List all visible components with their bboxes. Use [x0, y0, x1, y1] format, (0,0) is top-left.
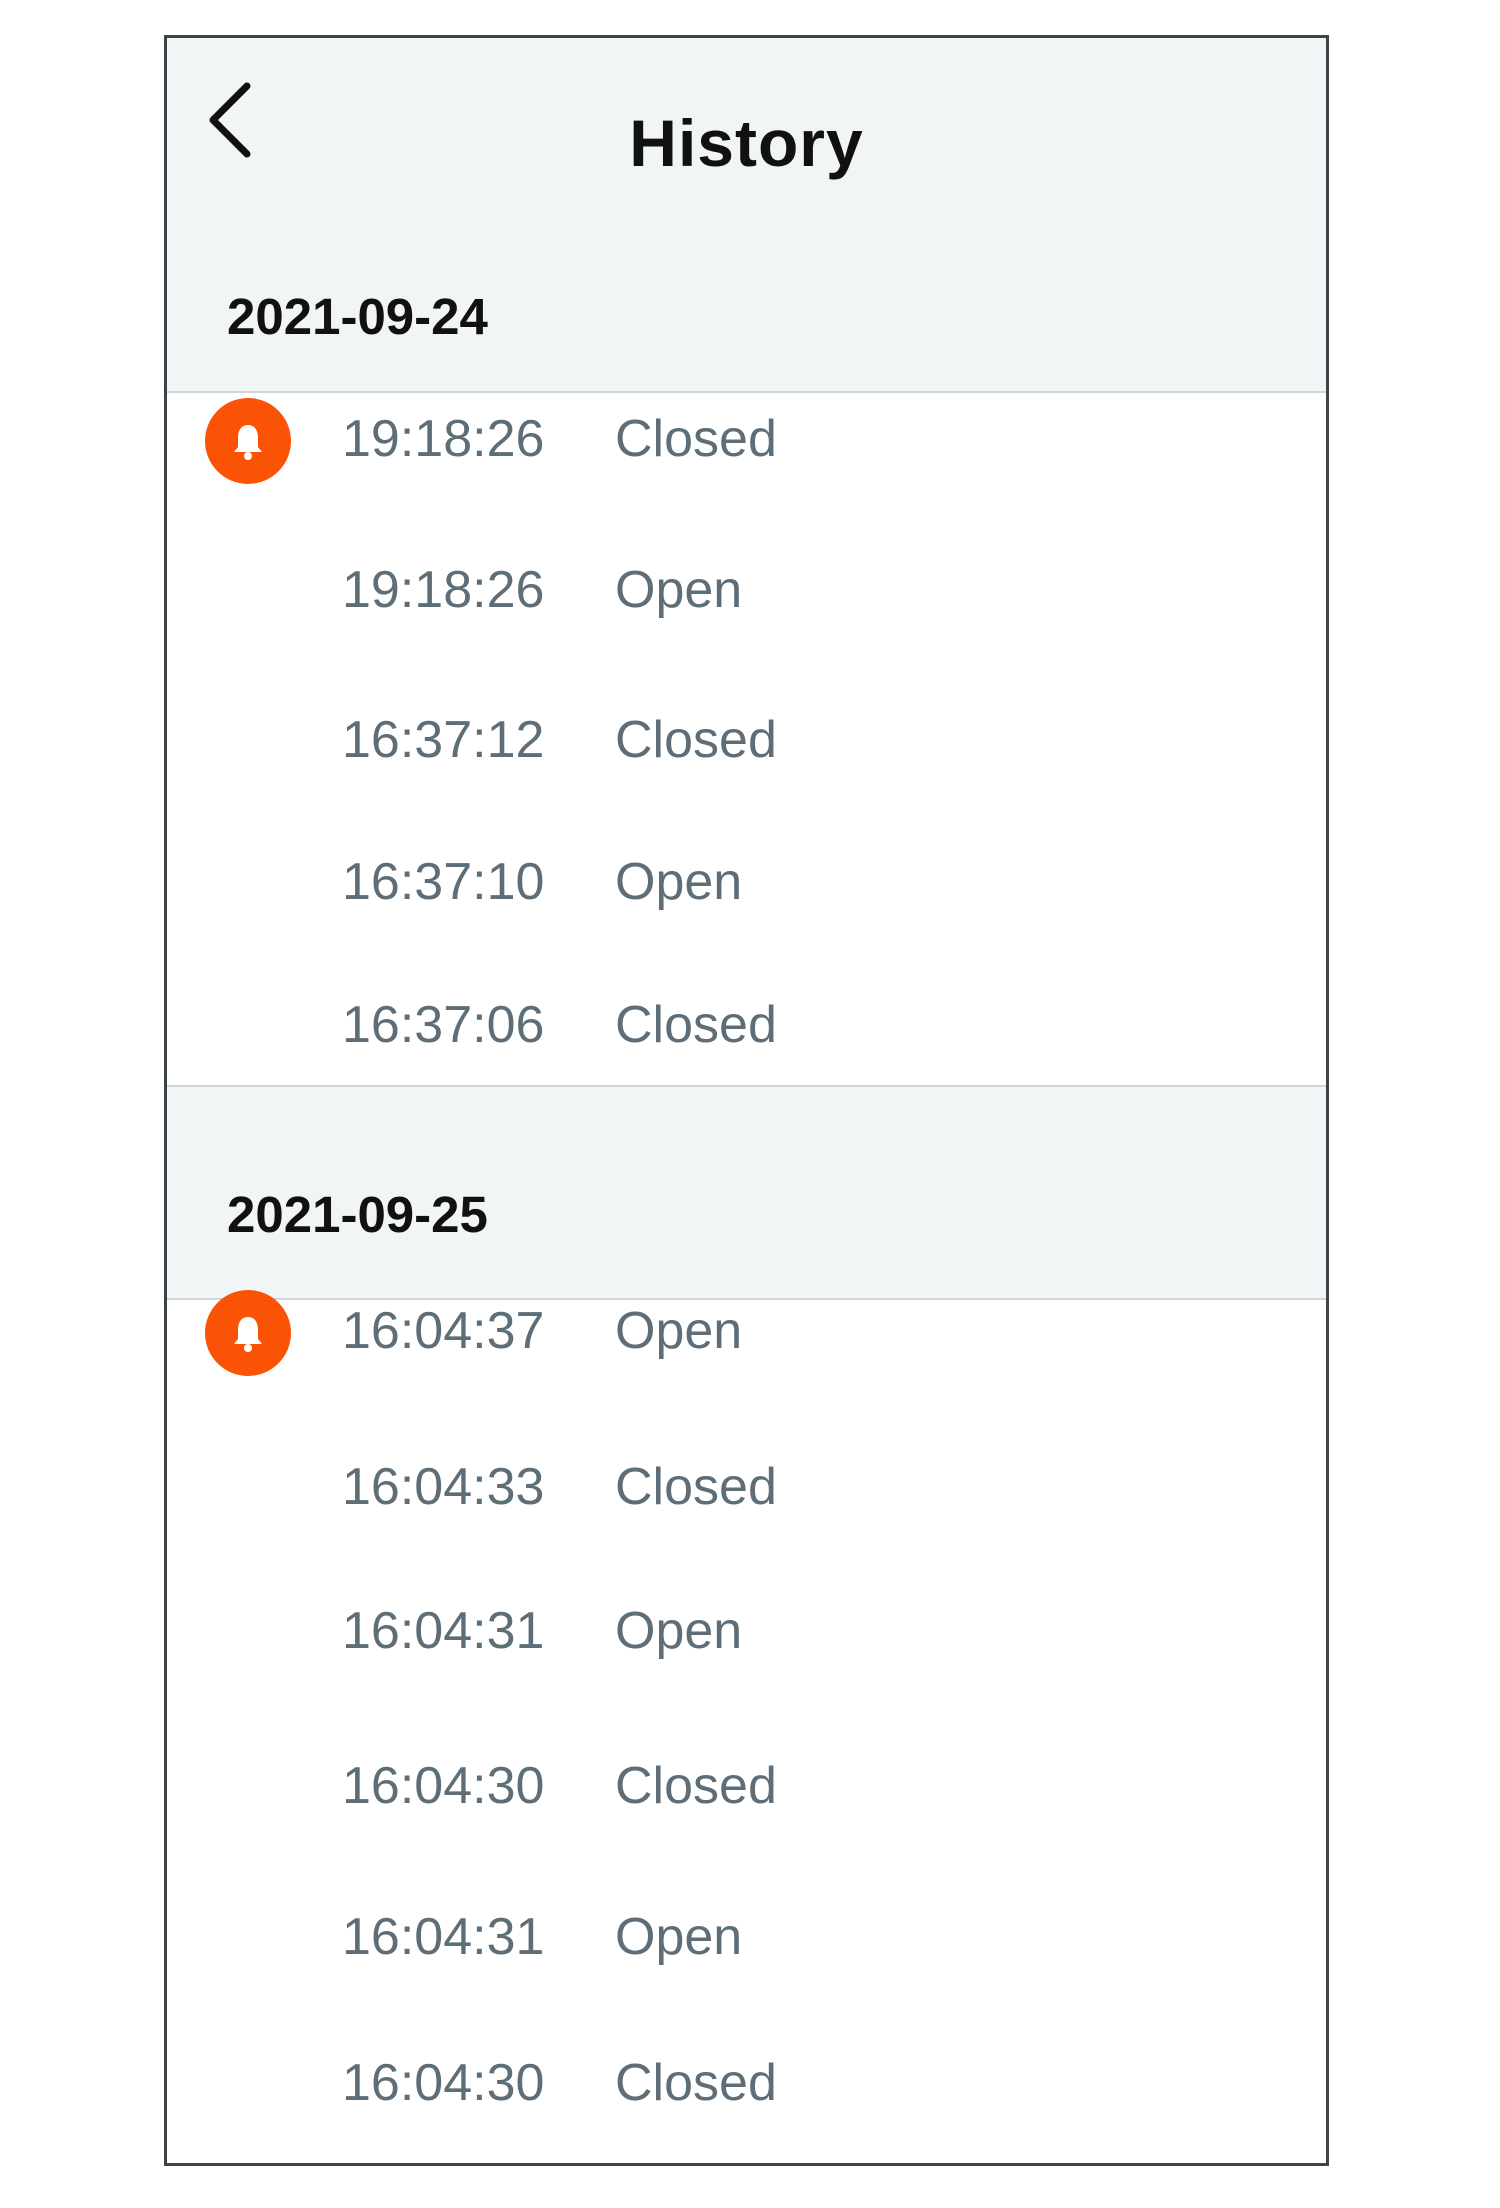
alarm-badge [205, 398, 291, 484]
event-state: Closed [615, 1458, 777, 1516]
history-row[interactable]: 16:37:12 Closed [167, 694, 1326, 794]
alarm-badge [205, 1290, 291, 1376]
history-row[interactable]: 16:04:30 Closed [167, 1740, 1326, 1840]
event-time: 16:04:30 [342, 2054, 545, 2112]
event-state: Open [615, 853, 743, 911]
event-time: 16:04:30 [342, 1757, 545, 1815]
event-state: Closed [615, 2054, 777, 2112]
history-screen: History 2021-09-24 19:18:26 Closed 19:18… [164, 35, 1329, 2166]
history-row[interactable]: 16:04:30 Closed [167, 2037, 1326, 2137]
date-label: 2021-09-24 [227, 288, 488, 345]
history-row[interactable]: 16:04:31 Open [167, 1891, 1326, 1991]
history-row[interactable]: 19:18:26 Open [167, 544, 1326, 644]
page-title: History [629, 106, 864, 180]
history-row[interactable]: 16:04:31 Open [167, 1585, 1326, 1685]
event-state: Open [615, 1908, 743, 1966]
history-row[interactable]: 16:04:33 Closed [167, 1441, 1326, 1541]
date-header: 2021-09-24 [167, 203, 1326, 393]
bell-icon [234, 1317, 262, 1352]
history-row[interactable]: 16:37:06 Closed [167, 979, 1326, 1079]
event-time: 16:37:10 [342, 853, 545, 911]
event-time: 19:18:26 [342, 410, 545, 468]
history-row[interactable]: 19:18:26 Closed [167, 393, 1326, 493]
bell-icon [234, 425, 262, 460]
date-header: 2021-09-25 [167, 1085, 1326, 1300]
app-header: History [167, 38, 1326, 203]
event-time: 19:18:26 [342, 561, 545, 619]
event-time: 16:04:37 [342, 1302, 545, 1360]
event-time: 16:04:33 [342, 1458, 545, 1516]
event-state: Closed [615, 996, 777, 1054]
event-state: Open [615, 561, 743, 619]
event-state: Open [615, 1602, 743, 1660]
event-state: Closed [615, 1757, 777, 1815]
history-row[interactable]: 16:37:10 Open [167, 836, 1326, 936]
event-time: 16:37:06 [342, 996, 545, 1054]
event-state: Open [615, 1302, 743, 1360]
event-time: 16:04:31 [342, 1908, 545, 1966]
history-row[interactable]: 16:04:37 Open [167, 1285, 1326, 1385]
event-time: 16:04:31 [342, 1602, 545, 1660]
event-state: Closed [615, 410, 777, 468]
date-label: 2021-09-25 [227, 1186, 488, 1243]
event-time: 16:37:12 [342, 711, 545, 769]
event-state: Closed [615, 711, 777, 769]
